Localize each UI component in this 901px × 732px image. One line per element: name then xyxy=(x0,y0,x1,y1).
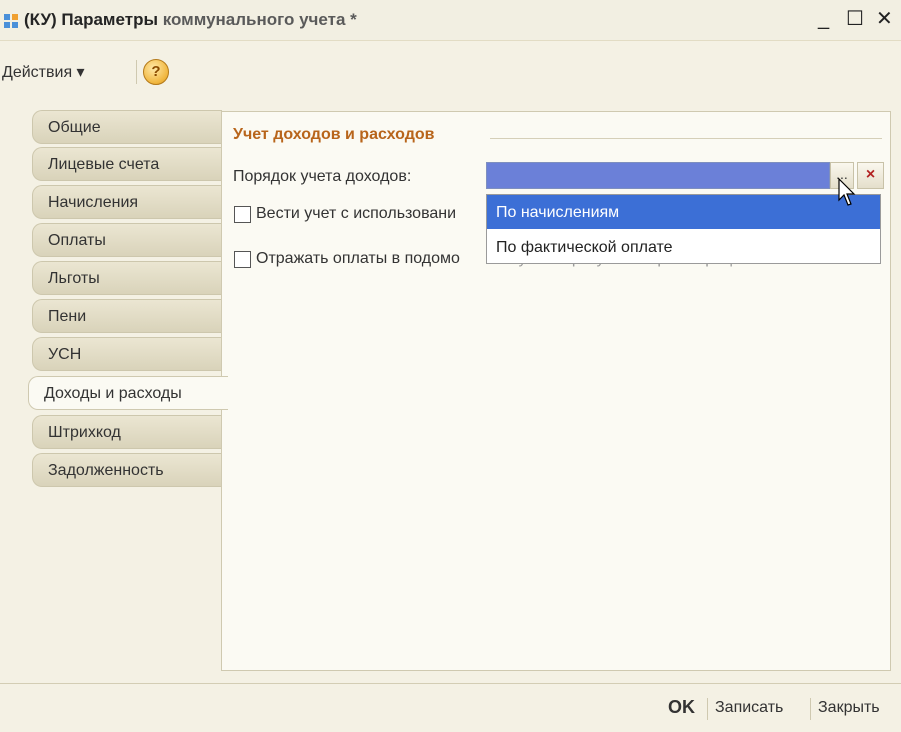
group-title: Учет доходов и расходов xyxy=(233,126,435,143)
mouse-cursor-icon xyxy=(838,178,856,206)
tab-general[interactable]: Общие xyxy=(32,110,222,144)
clear-button[interactable]: × xyxy=(857,162,884,189)
tab-debt[interactable]: Задолженность xyxy=(32,453,222,487)
income-order-field[interactable] xyxy=(486,162,830,189)
tab-usn[interactable]: УСН xyxy=(32,337,222,371)
window-icon xyxy=(4,14,18,28)
toolbar-separator xyxy=(136,60,137,84)
window-title: (КУ) Параметры коммунального учета * xyxy=(24,10,357,30)
title-prefix: (КУ) Параметры xyxy=(24,10,158,29)
tab-penalties[interactable]: Пени xyxy=(32,299,222,333)
close-window-button[interactable]: ✕ xyxy=(876,8,893,30)
close-button[interactable]: Закрыть xyxy=(818,699,880,717)
footer-separator xyxy=(810,698,811,720)
actions-menu[interactable]: Действия ▾ xyxy=(2,62,85,82)
income-order-dropdown: По начислениям По фактической оплате xyxy=(486,194,881,264)
dropdown-option-accruals[interactable]: По начислениям xyxy=(487,195,880,229)
save-button[interactable]: Записать xyxy=(715,699,783,717)
tab-charges[interactable]: Начисления xyxy=(32,185,222,219)
help-icon[interactable]: ? xyxy=(143,59,169,85)
tab-payments[interactable]: Оплаты xyxy=(32,223,222,257)
maximize-button[interactable]: ☐ xyxy=(846,8,864,30)
tab-benefits[interactable]: Льготы xyxy=(32,261,222,295)
group-divider xyxy=(490,138,882,139)
dropdown-option-actual-payment[interactable]: По фактической оплате xyxy=(487,230,880,264)
tab-barcode[interactable]: Штрихкод xyxy=(32,415,222,449)
tab-accounts[interactable]: Лицевые счета xyxy=(32,147,222,181)
minimize-button[interactable]: _ xyxy=(818,8,829,30)
title-rest: коммунального учета * xyxy=(157,10,357,29)
ok-button[interactable]: OK xyxy=(668,697,695,718)
income-order-label: Порядок учета доходов: xyxy=(233,168,412,185)
checkbox-use-accounting-label[interactable]: Вести учет с использовани xyxy=(256,205,456,223)
checkbox-reflect-payments-label[interactable]: Отражать оплаты в подомо xyxy=(256,250,460,268)
footer-separator xyxy=(707,698,708,720)
tab-income-expenses[interactable]: Доходы и расходы xyxy=(28,376,228,410)
checkbox-use-accounting[interactable] xyxy=(234,206,251,223)
checkbox-reflect-payments[interactable] xyxy=(234,251,251,268)
